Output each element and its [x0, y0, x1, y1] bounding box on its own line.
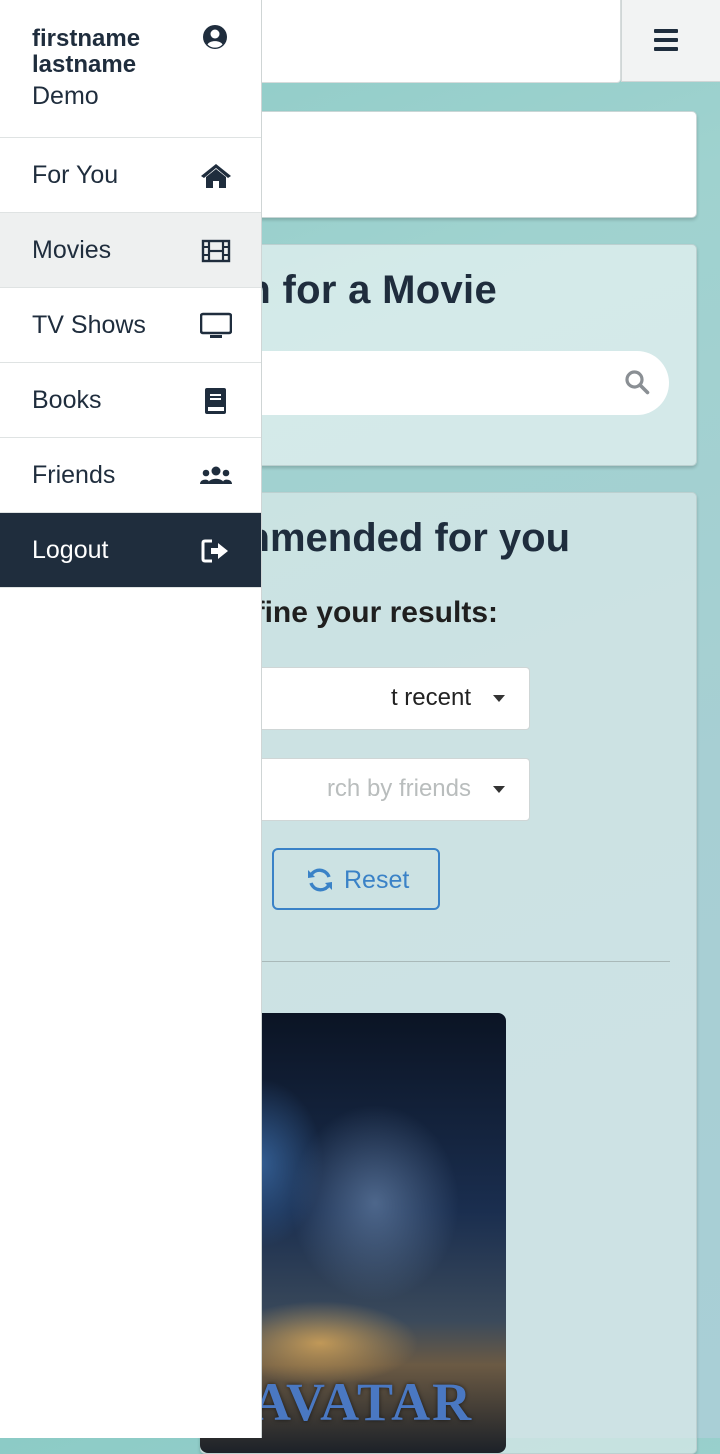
refresh-icon — [308, 868, 332, 892]
nav-item-for-you[interactable]: For You — [0, 138, 261, 213]
film-icon — [201, 239, 231, 263]
nav-item-books[interactable]: Books — [0, 363, 261, 438]
poster-title: AVATAR — [252, 1372, 474, 1432]
menu-toggle-button[interactable] — [621, 0, 720, 82]
user-role: Demo — [32, 82, 99, 110]
hamburger-icon — [654, 29, 678, 51]
nav-item-label: Books — [32, 386, 102, 414]
blank-card — [200, 111, 697, 218]
nav-item-logout[interactable]: Logout — [0, 513, 261, 588]
nav-item-label: Movies — [32, 236, 112, 264]
nav-item-movies[interactable]: Movies — [0, 213, 261, 288]
nav-item-label: Logout — [32, 536, 109, 564]
reset-button[interactable]: Reset — [272, 848, 440, 910]
users-icon — [200, 466, 232, 484]
nav-item-label: Friends — [32, 461, 116, 489]
sort-select-value: t recent — [390, 684, 471, 711]
nav-item-tv-shows[interactable]: TV Shows — [0, 288, 261, 363]
search-input[interactable] — [200, 351, 669, 415]
logout-icon — [201, 539, 228, 563]
nav-item-label: TV Shows — [32, 311, 146, 339]
divider — [200, 961, 670, 962]
reset-button-label: Reset — [344, 866, 410, 894]
side-drawer: firstname lastname Demo For You Movies T… — [0, 0, 262, 1438]
nav-item-friends[interactable]: Friends — [0, 438, 261, 513]
nav-item-label: For You — [32, 161, 119, 189]
book-icon — [205, 388, 226, 414]
user-profile[interactable]: firstname lastname Demo — [0, 0, 261, 138]
user-circle-icon — [203, 25, 227, 49]
friends-select-placeholder: rch by friends — [326, 775, 471, 802]
user-last-name: lastname — [32, 51, 137, 78]
home-icon — [201, 164, 231, 188]
user-first-name: firstname — [32, 25, 141, 52]
caret-down-icon — [493, 786, 505, 793]
user-name: firstname lastname — [32, 26, 140, 78]
caret-down-icon — [493, 695, 505, 702]
tv-icon — [200, 312, 232, 338]
search-icon[interactable] — [624, 369, 650, 395]
